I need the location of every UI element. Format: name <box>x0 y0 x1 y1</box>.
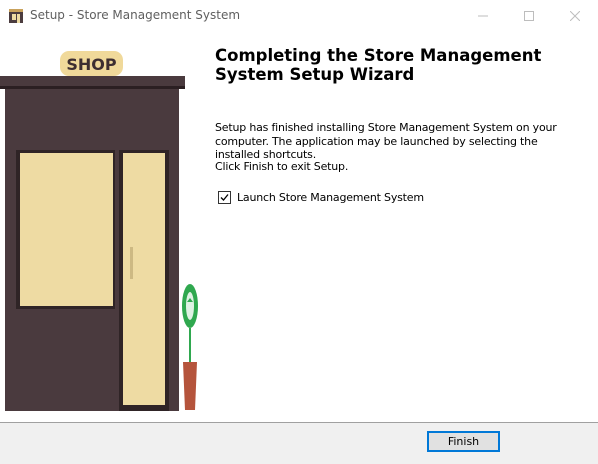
minimize-button[interactable] <box>460 0 506 32</box>
wizard-side-image: SHOP <box>0 32 200 422</box>
launch-checkbox-label[interactable]: Launch Store Management System <box>237 191 424 204</box>
finished-message: Setup has finished installing Store Mana… <box>215 121 557 161</box>
exit-instruction: Click Finish to exit Setup. <box>215 160 349 173</box>
shop-window <box>20 153 113 306</box>
finish-button[interactable]: Finish <box>427 431 500 452</box>
close-icon <box>570 11 580 21</box>
minimize-icon <box>478 15 488 17</box>
launch-checkbox[interactable] <box>218 190 231 204</box>
shop-sign-text: SHOP <box>66 55 117 74</box>
installer-icon <box>9 9 23 23</box>
wizard-footer: Finish <box>0 423 598 464</box>
launch-checkbox-row[interactable]: Launch Store Management System <box>218 189 424 205</box>
shop-illustration: SHOP <box>0 51 200 422</box>
window-title: Setup - Store Management System <box>30 8 241 22</box>
maximize-button[interactable] <box>506 0 552 32</box>
wizard-content: Completing the Store Management System S… <box>215 32 585 422</box>
maximize-icon <box>524 11 534 21</box>
title-bar[interactable]: Setup - Store Management System <box>0 0 598 32</box>
shop-door <box>123 153 165 405</box>
door-handle <box>130 247 133 279</box>
checkmark-icon <box>220 193 229 201</box>
shop-roof <box>0 76 185 86</box>
page-title: Completing the Store Management System S… <box>215 46 542 84</box>
plant-pot <box>183 362 197 410</box>
close-button[interactable] <box>552 0 598 32</box>
